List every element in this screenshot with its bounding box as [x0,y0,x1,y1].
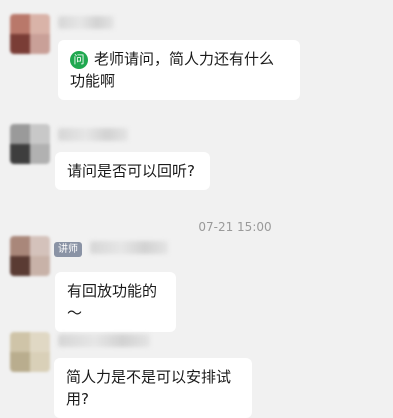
chat-area: 问老师请问，简人力还有什么功能啊 请问是否可以回听? 07-21 15:00 讲… [0,0,393,418]
message-text: 有回放功能的～ [67,282,158,322]
message-text: 简人力是不是可以安排试用? [66,368,232,408]
message-bubble[interactable]: 有回放功能的～ [55,272,176,332]
sender-name-blurred [58,128,128,141]
message-text: 老师请问，简人力还有什么功能啊 [70,50,275,90]
sender-name-blurred [58,334,150,347]
avatar[interactable] [10,236,50,276]
message-bubble[interactable]: 请问是否可以回听? [55,152,210,190]
avatar[interactable] [10,124,50,164]
message-bubble[interactable]: 简人力是不是可以安排试用? [54,358,252,418]
message-text: 请问是否可以回听? [67,162,195,180]
sender-name-blurred [58,16,114,29]
avatar[interactable] [10,14,50,54]
avatar[interactable] [10,332,50,372]
timestamp: 07-21 15:00 [198,220,272,234]
question-icon: 问 [70,51,88,69]
message-bubble[interactable]: 问老师请问，简人力还有什么功能啊 [58,40,300,100]
lecturer-badge: 讲师 [54,242,82,257]
sender-name-blurred [90,241,168,254]
